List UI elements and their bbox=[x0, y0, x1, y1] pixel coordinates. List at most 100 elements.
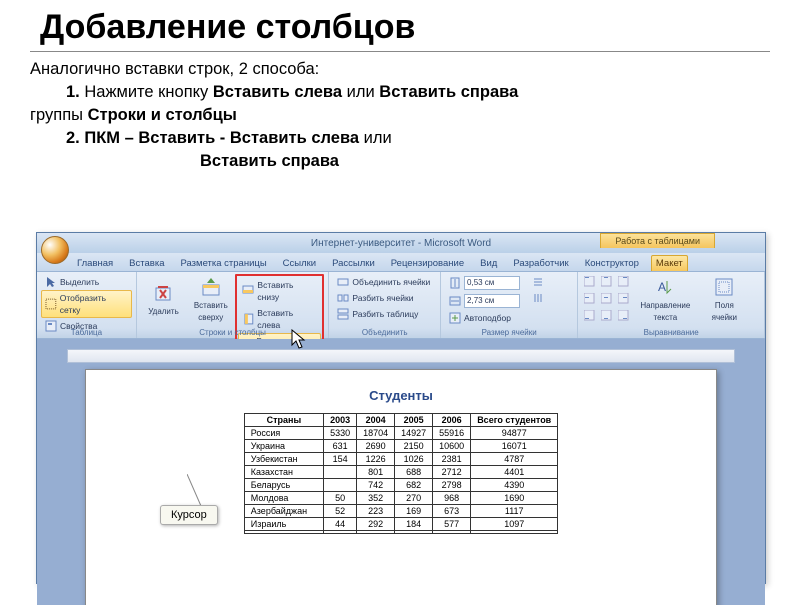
table-header[interactable]: 2005 bbox=[395, 414, 433, 427]
office-button[interactable] bbox=[41, 236, 69, 264]
table-cell[interactable]: Узбекистан bbox=[244, 453, 323, 466]
table-cell[interactable]: 14927 bbox=[395, 427, 433, 440]
table-row[interactable]: Беларусь 74268227984390 bbox=[244, 479, 557, 492]
table-cell[interactable]: 968 bbox=[433, 492, 471, 505]
table-cell[interactable]: 5330 bbox=[324, 427, 357, 440]
align-mr-icon[interactable] bbox=[616, 291, 632, 307]
table-cell[interactable] bbox=[324, 466, 357, 479]
table-header[interactable]: 2004 bbox=[357, 414, 395, 427]
table-row[interactable]: Азербайджан522231696731117 bbox=[244, 505, 557, 518]
tab-design[interactable]: Конструктор bbox=[581, 256, 643, 271]
table-cell[interactable]: 10600 bbox=[433, 440, 471, 453]
height-value[interactable]: 0,53 см bbox=[464, 276, 520, 290]
page[interactable]: Студенты Страны2003200420052006Всего сту… bbox=[85, 369, 717, 605]
table-cell[interactable]: Россия bbox=[244, 427, 323, 440]
row-height[interactable]: 0,53 см bbox=[445, 274, 524, 292]
table-cell[interactable]: 18704 bbox=[357, 427, 395, 440]
table-cell[interactable]: 184 bbox=[395, 518, 433, 531]
align-tl-icon[interactable] bbox=[582, 274, 598, 290]
table-header[interactable]: 2003 bbox=[324, 414, 357, 427]
split-table-button[interactable]: Разбить таблицу bbox=[333, 306, 434, 322]
table-cell[interactable]: 631 bbox=[324, 440, 357, 453]
table-cell[interactable]: Казахстан bbox=[244, 466, 323, 479]
table-cell[interactable]: 154 bbox=[324, 453, 357, 466]
table-cell[interactable]: 94877 bbox=[471, 427, 558, 440]
align-ml-icon[interactable] bbox=[582, 291, 598, 307]
show-grid-button[interactable]: Отобразить сетку bbox=[41, 290, 132, 318]
width-value[interactable]: 2,73 см bbox=[464, 294, 520, 308]
table-cell[interactable]: 682 bbox=[395, 479, 433, 492]
table-cell[interactable]: Украина bbox=[244, 440, 323, 453]
table-cell[interactable] bbox=[395, 531, 433, 534]
table-cell[interactable]: 2381 bbox=[433, 453, 471, 466]
table-row[interactable]: Узбекистан1541226102623814787 bbox=[244, 453, 557, 466]
table-cell[interactable]: 801 bbox=[357, 466, 395, 479]
table-cell[interactable] bbox=[324, 531, 357, 534]
table-row[interactable]: Украина631269021501060016071 bbox=[244, 440, 557, 453]
align-br-icon[interactable] bbox=[616, 308, 632, 324]
table-cell[interactable]: 2798 bbox=[433, 479, 471, 492]
table-cell[interactable]: 4401 bbox=[471, 466, 558, 479]
table-cell[interactable]: 44 bbox=[324, 518, 357, 531]
table-cell[interactable]: 2712 bbox=[433, 466, 471, 479]
tab-layout[interactable]: Разметка страницы bbox=[176, 256, 270, 271]
table-cell[interactable]: 50 bbox=[324, 492, 357, 505]
tab-home[interactable]: Главная bbox=[73, 256, 117, 271]
tab-refs[interactable]: Ссылки bbox=[279, 256, 320, 271]
ruler[interactable] bbox=[67, 349, 735, 363]
table-cell[interactable]: 2150 bbox=[395, 440, 433, 453]
table-row[interactable]: Израиль442921845771097 bbox=[244, 518, 557, 531]
tab-mail[interactable]: Рассылки bbox=[328, 256, 379, 271]
table-cell[interactable]: 55916 bbox=[433, 427, 471, 440]
table-cell[interactable]: Молдова bbox=[244, 492, 323, 505]
table-cell[interactable]: 1690 bbox=[471, 492, 558, 505]
align-bl-icon[interactable] bbox=[582, 308, 598, 324]
table-cell[interactable] bbox=[433, 531, 471, 534]
split-cells-button[interactable]: Разбить ячейки bbox=[333, 290, 434, 306]
tab-dev[interactable]: Разработчик bbox=[509, 256, 572, 271]
insert-below-button[interactable]: Вставить снизу bbox=[238, 277, 321, 305]
table-cell[interactable]: 52 bbox=[324, 505, 357, 518]
align-tc-icon[interactable] bbox=[599, 274, 615, 290]
table-cell[interactable]: 16071 bbox=[471, 440, 558, 453]
table-cell[interactable]: 577 bbox=[433, 518, 471, 531]
table-cell[interactable]: Израиль bbox=[244, 518, 323, 531]
align-bc-icon[interactable] bbox=[599, 308, 615, 324]
table-cell[interactable]: Азербайджан bbox=[244, 505, 323, 518]
table-cell[interactable]: 1026 bbox=[395, 453, 433, 466]
table-header[interactable]: 2006 bbox=[433, 414, 471, 427]
table-cell[interactable] bbox=[244, 531, 323, 534]
table-row[interactable]: Россия533018704149275591694877 bbox=[244, 427, 557, 440]
table-cell[interactable]: 673 bbox=[433, 505, 471, 518]
tab-review[interactable]: Рецензирование bbox=[387, 256, 468, 271]
table-cell[interactable]: Беларусь bbox=[244, 479, 323, 492]
table-cell[interactable]: 352 bbox=[357, 492, 395, 505]
table-cell[interactable]: 1226 bbox=[357, 453, 395, 466]
distribute-cols-icon[interactable] bbox=[528, 290, 548, 306]
select-button[interactable]: Выделить bbox=[41, 274, 132, 290]
cell-margins-button[interactable]: Поля ячейки bbox=[698, 274, 750, 326]
autofit-button[interactable]: Автоподбор bbox=[445, 310, 524, 326]
table-cell[interactable]: 169 bbox=[395, 505, 433, 518]
table-cell[interactable]: 688 bbox=[395, 466, 433, 479]
table-cell[interactable]: 4390 bbox=[471, 479, 558, 492]
table-row[interactable]: Казахстан 80168827124401 bbox=[244, 466, 557, 479]
table-cell[interactable]: 1097 bbox=[471, 518, 558, 531]
table-row[interactable]: Молдова503522709681690 bbox=[244, 492, 557, 505]
tab-table-layout[interactable]: Макет bbox=[651, 255, 688, 271]
distribute-rows-icon[interactable] bbox=[528, 274, 548, 290]
text-direction-button[interactable]: A Направление текста bbox=[634, 274, 696, 326]
table-cell[interactable]: 742 bbox=[357, 479, 395, 492]
table-header[interactable]: Всего студентов bbox=[471, 414, 558, 427]
table-row[interactable] bbox=[244, 531, 557, 534]
table-cell[interactable]: 270 bbox=[395, 492, 433, 505]
insert-above-button[interactable]: Вставить сверху bbox=[188, 274, 233, 326]
align-tr-icon[interactable] bbox=[616, 274, 632, 290]
table-cell[interactable] bbox=[471, 531, 558, 534]
table-cell[interactable]: 4787 bbox=[471, 453, 558, 466]
table-cell[interactable]: 292 bbox=[357, 518, 395, 531]
delete-button[interactable]: Удалить bbox=[141, 274, 186, 326]
table-cell[interactable] bbox=[357, 531, 395, 534]
table-header[interactable]: Страны bbox=[244, 414, 323, 427]
tab-view[interactable]: Вид bbox=[476, 256, 501, 271]
